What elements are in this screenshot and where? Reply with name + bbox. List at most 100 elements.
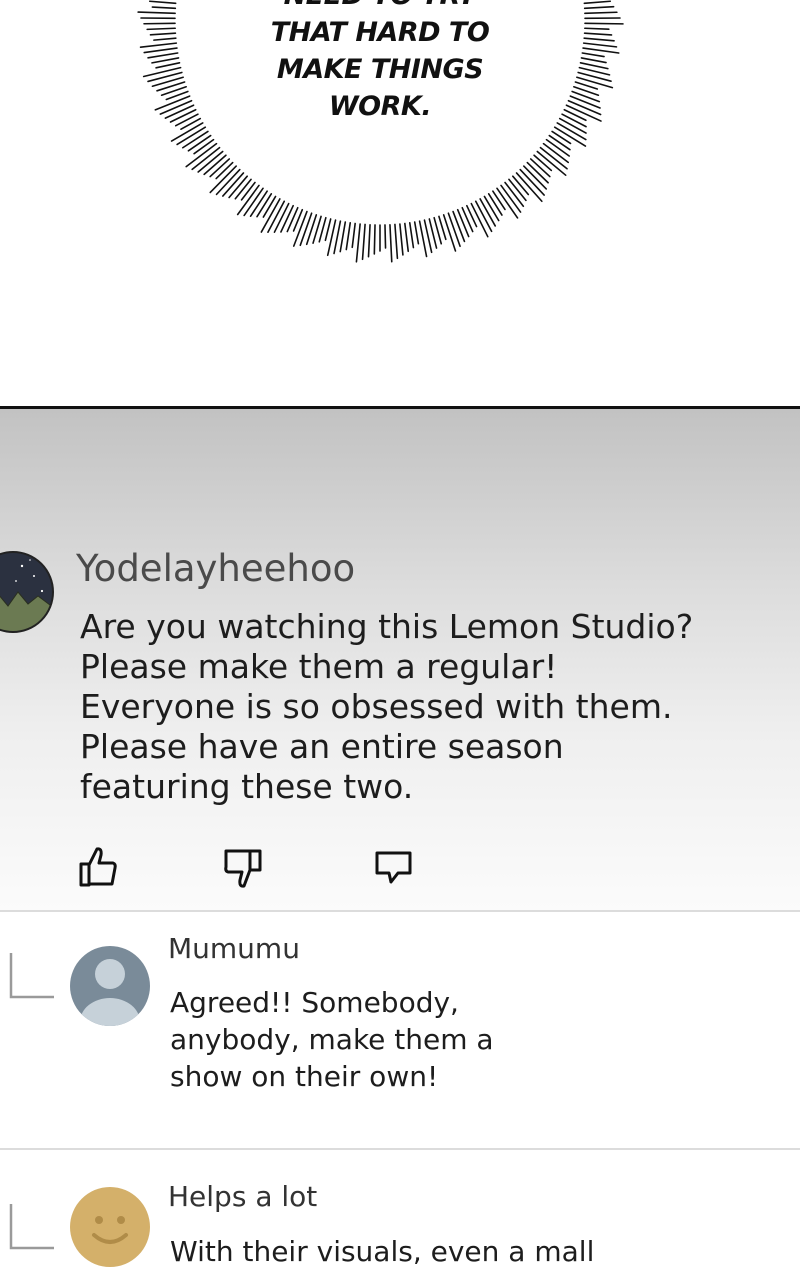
burst-line (299, 212, 313, 247)
burst-line (185, 142, 218, 168)
burst-line (149, 32, 177, 36)
burst-line (483, 195, 500, 222)
burst-line (551, 130, 572, 145)
reply-username[interactable]: Mumumu (168, 932, 300, 965)
speech-line-1: NEED TO TRY (230, 0, 530, 11)
reply-body: With their visuals, even a mall (170, 1233, 730, 1270)
burst-line (399, 223, 404, 256)
comment-line: featuring these two. (80, 767, 414, 806)
burst-line (583, 32, 613, 36)
burst-line (563, 108, 587, 122)
burst-line (169, 108, 197, 123)
burst-line (456, 208, 470, 238)
burst-line (580, 57, 607, 64)
burst-line (452, 210, 466, 243)
burst-line (584, 27, 610, 31)
burst-line (151, 57, 180, 64)
burst-line (373, 224, 376, 255)
burst-line (180, 117, 202, 130)
comment-body: Are you watching this Lemon Studio? Plea… (80, 607, 770, 807)
burst-line (345, 222, 352, 251)
burst-line (548, 134, 571, 151)
burst-line (142, 66, 182, 78)
burst-line (583, 37, 615, 42)
burst-line (413, 221, 420, 245)
reply-indent-icon (9, 953, 54, 999)
burst-line (147, 52, 179, 59)
burst-line (292, 210, 308, 247)
burst-line (583, 5, 615, 10)
thumbs-down-icon[interactable] (223, 848, 263, 890)
burst-line (394, 223, 399, 260)
burst-line (339, 221, 347, 253)
comment-line: Everyone is so obsessed with them. (80, 687, 673, 726)
burst-line (155, 61, 181, 69)
burst-line (367, 223, 371, 258)
burst-line (174, 113, 199, 127)
comic-panel: NEED TO TRY THAT HARD TO MAKE THINGS WOR… (0, 0, 800, 406)
burst-line (361, 223, 366, 261)
default-user-icon[interactable] (70, 946, 150, 1026)
burst-line (511, 175, 530, 196)
reply-line: Agreed!! Somebody, (170, 986, 459, 1019)
night-sky-avatar[interactable] (0, 546, 54, 638)
smiley-face-icon[interactable] (70, 1187, 150, 1267)
burst-line (581, 52, 605, 58)
comment-line: Please have an entire season (80, 727, 564, 766)
burst-line (389, 223, 393, 263)
main-comment: Yodelayheehoo Are you watching this Lemo… (0, 409, 800, 910)
burst-line (286, 206, 299, 233)
reply-body: Agreed!! Somebody, anybody, make them a … (170, 984, 730, 1095)
burst-line (571, 90, 601, 103)
divider (0, 910, 800, 912)
burst-line (442, 214, 457, 252)
burst-line (351, 222, 356, 249)
burst-line (533, 154, 553, 172)
burst-line (584, 11, 618, 15)
reply-line: With their visuals, even a mall (170, 1235, 595, 1268)
burst-line (576, 76, 614, 89)
burst-line (146, 27, 176, 31)
burst-line (148, 0, 177, 5)
burst-line (137, 11, 176, 15)
burst-line (561, 113, 587, 128)
burst-line (193, 138, 215, 155)
burst-line (151, 6, 177, 10)
burst-line (584, 22, 624, 25)
speech-bubble-icon[interactable] (374, 850, 414, 886)
comment-line: Are you watching this Lemon Studio? (80, 607, 694, 646)
burst-line (280, 204, 294, 233)
burst-line (234, 178, 252, 200)
burst-line (569, 95, 601, 109)
speech-line-4: WORK. (328, 91, 432, 122)
divider (0, 1148, 800, 1150)
burst-line (305, 214, 318, 246)
burst-line (143, 47, 178, 54)
burst-line (209, 165, 238, 194)
burst-line (447, 212, 461, 248)
burst-line (215, 161, 234, 180)
speech-line-2: THAT HARD TO (270, 17, 490, 48)
burst-line (583, 0, 612, 5)
burst-line (240, 181, 256, 201)
burst-line (139, 42, 178, 48)
burst-line (492, 190, 506, 211)
burst-line (324, 218, 332, 242)
comment-username[interactable]: Yodelayheehoo (76, 547, 355, 590)
burst-line (404, 222, 410, 253)
reply-line: anybody, make them a (170, 1023, 494, 1056)
burst-line (164, 104, 195, 119)
burst-line (159, 99, 193, 115)
burst-line (256, 193, 273, 218)
burst-line (408, 222, 415, 249)
reply-username[interactable]: Helps a lot (168, 1180, 317, 1213)
reply-indent-icon (9, 1204, 54, 1250)
burst-line (384, 224, 387, 249)
thumbs-up-icon[interactable] (78, 846, 118, 888)
burst-line (579, 61, 609, 70)
speech-line-3: MAKE THINGS (276, 54, 484, 85)
burst-line (355, 223, 361, 263)
burst-line (582, 42, 618, 48)
reply-line: show on their own! (170, 1060, 439, 1093)
burst-line (153, 37, 177, 41)
